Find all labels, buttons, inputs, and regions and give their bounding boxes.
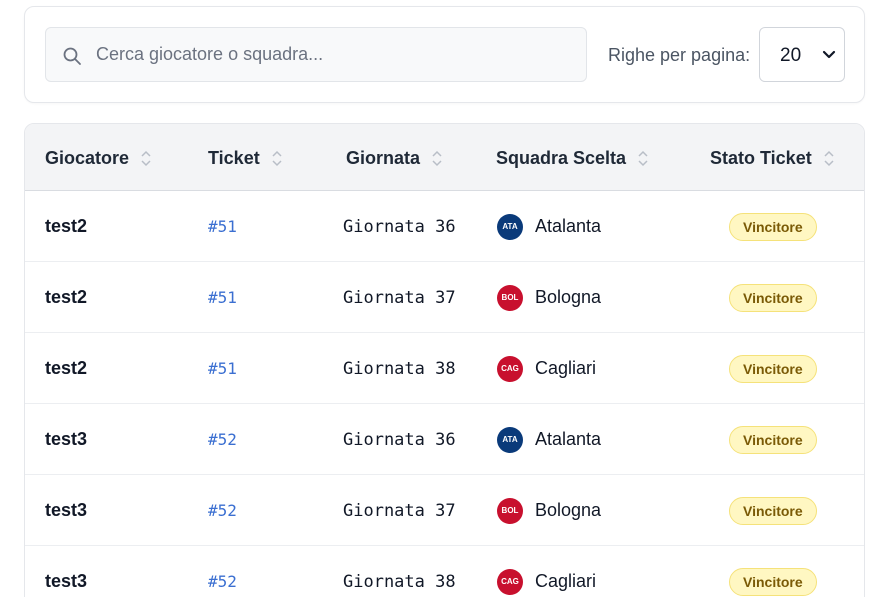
column-header-ticket[interactable]: Ticket — [208, 148, 282, 169]
table-row: test2 #51 Giornata 36 ATA Atalanta Vinci… — [25, 191, 864, 262]
ticket-link[interactable]: #52 — [208, 475, 237, 546]
tickets-table: Giocatore Ticket Giornata Squadra Scelta… — [24, 123, 865, 597]
round-label: Giornata 38 — [343, 358, 456, 379]
column-label: Giornata — [346, 148, 421, 168]
rows-per-page-select[interactable]: 20 — [759, 27, 845, 82]
round-label: Giornata 38 — [343, 571, 456, 592]
table-row: test3 #52 Giornata 38 CAG Cagliari Vinci… — [25, 546, 864, 597]
column-header-squadra[interactable]: Squadra Scelta — [496, 148, 648, 169]
table-header: Giocatore Ticket Giornata Squadra Scelta… — [25, 124, 864, 191]
team-cell: ATA Atalanta — [497, 404, 601, 475]
team-cell: ATA Atalanta — [497, 191, 601, 262]
rows-per-page-value: 20 — [780, 45, 802, 66]
team-cell: CAG Cagliari — [497, 333, 596, 404]
player-name: test3 — [45, 571, 88, 591]
team-name: Cagliari — [535, 358, 597, 378]
player-name: test2 — [45, 358, 88, 378]
search-input[interactable] — [96, 28, 576, 81]
status-cell: Vincitore — [729, 191, 817, 262]
ticket-link[interactable]: #52 — [208, 404, 237, 475]
team-cell: CAG Cagliari — [497, 546, 596, 597]
team-logo-icon: ATA — [497, 426, 523, 453]
round-label: Giornata 36 — [343, 216, 456, 237]
chevron-down-icon — [822, 50, 836, 59]
status-badge: Vincitore — [729, 354, 817, 383]
team-logo-icon: CAG — [497, 568, 523, 595]
sort-icon — [824, 150, 834, 167]
status-badge: Vincitore — [729, 283, 817, 312]
ticket-link[interactable]: #51 — [208, 262, 237, 333]
table-row: test2 #51 Giornata 38 CAG Cagliari Vinci… — [25, 333, 864, 404]
team-logo-icon: BOL — [497, 497, 523, 524]
table-row: test3 #52 Giornata 36 ATA Atalanta Vinci… — [25, 404, 864, 475]
status-cell: Vincitore — [729, 262, 817, 333]
ticket-link[interactable]: #52 — [208, 546, 237, 597]
team-name: Bologna — [535, 287, 602, 307]
team-logo-icon: CAG — [497, 355, 523, 382]
column-label: Ticket — [208, 148, 260, 168]
team-logo-icon: BOL — [497, 284, 523, 311]
team-logo-icon: ATA — [497, 213, 523, 240]
team-cell: BOL Bologna — [497, 262, 601, 333]
player-name: test3 — [45, 500, 88, 520]
team-cell: BOL Bologna — [497, 475, 601, 546]
ticket-link[interactable]: #51 — [208, 191, 237, 262]
sort-icon — [272, 150, 282, 167]
team-name: Atalanta — [535, 216, 602, 236]
team-name: Bologna — [535, 500, 602, 520]
status-badge: Vincitore — [729, 496, 817, 525]
round-label: Giornata 37 — [343, 287, 456, 308]
table-row: test3 #52 Giornata 37 BOL Bologna Vincit… — [25, 475, 864, 546]
team-name: Cagliari — [535, 571, 597, 591]
status-badge: Vincitore — [729, 212, 817, 241]
player-name: test2 — [45, 287, 88, 307]
column-label: Squadra Scelta — [496, 148, 627, 168]
ticket-link[interactable]: #51 — [208, 333, 237, 404]
status-cell: Vincitore — [729, 475, 817, 546]
round-label: Giornata 37 — [343, 500, 456, 521]
sort-icon — [638, 150, 648, 167]
filters-toolbar: Righe per pagina: 20 — [24, 6, 865, 103]
table-row: test2 #51 Giornata 37 BOL Bologna Vincit… — [25, 262, 864, 333]
column-header-giornata[interactable]: Giornata — [346, 148, 442, 169]
status-cell: Vincitore — [729, 404, 817, 475]
player-name: test3 — [45, 429, 88, 449]
sort-icon — [141, 150, 151, 167]
team-name: Atalanta — [535, 429, 602, 449]
column-header-stato[interactable]: Stato Ticket — [710, 148, 834, 169]
search-box[interactable] — [45, 27, 587, 82]
round-label: Giornata 36 — [343, 429, 456, 450]
status-cell: Vincitore — [729, 546, 817, 597]
status-badge: Vincitore — [729, 425, 817, 454]
search-icon — [63, 47, 81, 65]
column-label: Giocatore — [45, 148, 130, 168]
column-label: Stato Ticket — [710, 148, 812, 168]
status-badge: Vincitore — [729, 567, 817, 596]
rows-per-page-label: Righe per pagina: — [608, 45, 751, 65]
sort-icon — [432, 150, 442, 167]
status-cell: Vincitore — [729, 333, 817, 404]
column-header-giocatore[interactable]: Giocatore — [45, 148, 151, 169]
player-name: test2 — [45, 216, 88, 236]
